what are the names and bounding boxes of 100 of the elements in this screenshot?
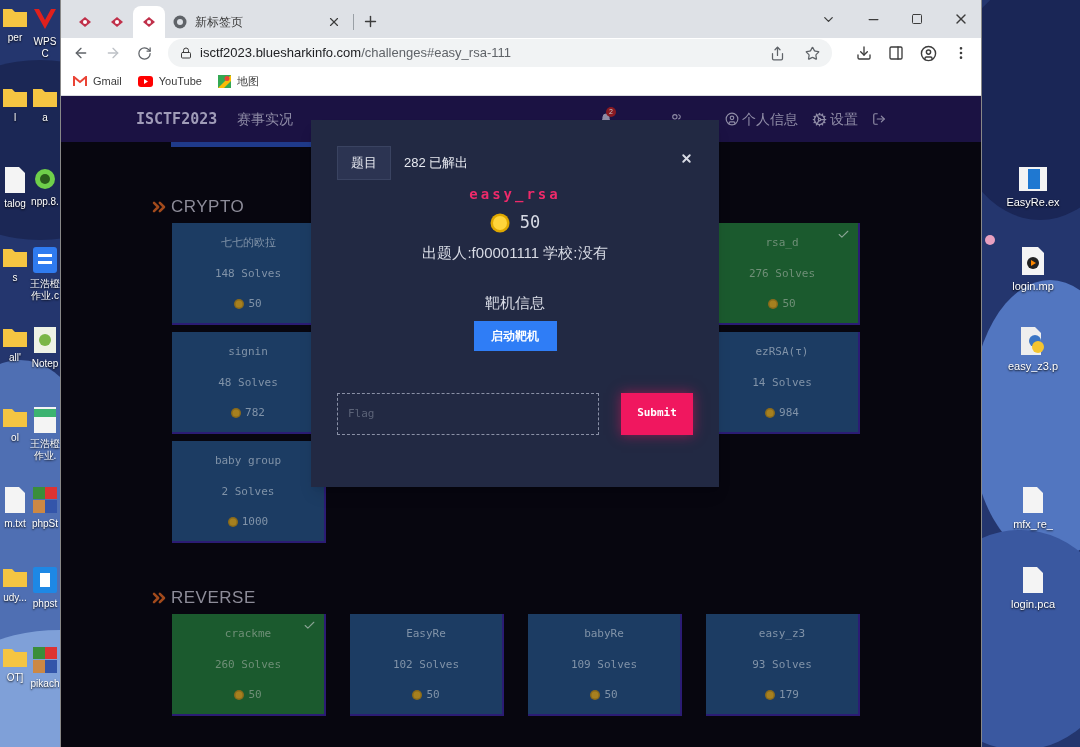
challenge-card[interactable]: babyRe 109 Solves 50 [528,614,682,716]
points: 50 [519,211,541,234]
nav-link[interactable]: 个人信息 [725,108,798,130]
back-icon[interactable] [73,45,89,61]
desktop-icon-label[interactable]: 王浩橙作业. [30,438,60,462]
bookmark[interactable]: 地图 [217,73,259,90]
challenge-card[interactable]: baby group 2 Solves 1000 [172,441,326,543]
challenge-name: ezRSA(τ) [755,344,809,360]
map-icon [217,75,231,88]
close-icon[interactable] [327,15,341,29]
tab-title: 新标签页 [195,14,243,31]
desktop-icon-label[interactable]: easy_z3.p [1007,360,1059,373]
coin-icon [768,299,779,310]
file-icon [1022,566,1044,594]
start-button[interactable]: 启动靶机 [473,320,557,351]
profile-icon[interactable] [920,44,937,62]
desktop-icon-label[interactable]: 王浩橙作业.c [30,278,60,302]
nav-link[interactable]: 设置 [812,108,858,130]
star-icon[interactable] [805,45,820,61]
desktop-icon-label[interactable]: login.mp [1012,280,1054,293]
coin-icon [234,690,245,701]
site-favicon-icon [110,16,124,28]
points: 179 [779,687,799,703]
notepad-icon [33,326,57,354]
blocks-icon [32,486,58,514]
nav-link[interactable]: 赛事实况 [237,108,294,130]
bookmark[interactable]: Gmail [73,73,122,90]
challenge-name: easy_z3 [758,626,806,642]
points: 50 [604,687,618,703]
coin-icon [227,517,238,528]
browser-tab[interactable]: 新标签页 [165,6,349,38]
coin-icon [234,299,245,310]
logout-icon [872,112,886,126]
solve-count: 102 Solves [392,656,460,673]
challenge-card[interactable]: easy_z3 93 Solves 179 [706,614,860,716]
window-app-icon [1018,166,1048,192]
challenge-name: crackme [224,626,272,642]
desktop-icon-label[interactable]: l [0,112,30,124]
desktop-icon-label[interactable]: talog [0,198,30,210]
blocks-icon [32,646,58,674]
bookmark[interactable]: YouTube [137,73,202,90]
desktop-icon-label[interactable]: all' [0,352,30,364]
desktop-icon-label[interactable]: ol [0,432,30,444]
desktop-icon-label[interactable]: per [0,32,30,44]
solve-count: 93 Solves [752,656,812,673]
nav-link[interactable] [872,112,886,126]
challenge-name: rsa_d [765,235,799,251]
section-title: 靶机信息 [485,293,545,313]
points: 50 [782,296,796,312]
lock-icon [180,47,192,59]
desktop-icon-label[interactable]: Notep [30,358,60,370]
points: 782 [245,405,265,421]
app-icon [32,566,58,594]
chameleon-icon [32,166,58,192]
site-favicon-icon [142,16,156,28]
check-icon [303,619,316,632]
desktop-icon-label[interactable]: s [0,272,30,284]
share-icon[interactable] [770,45,785,61]
coin-icon [412,690,423,701]
challenge-name: 七七的欧拉 [220,235,276,251]
site-logo[interactable]: ISCTF2023 [136,107,218,131]
desktop-icon-label[interactable]: mfx_re_ [1013,518,1053,531]
desktop-icon-label[interactable]: EasyRe.ex [1006,196,1060,209]
points: 50 [248,687,262,703]
challenge-name: babyRe [584,626,624,642]
play-icon [137,76,153,87]
challenge-card[interactable]: EasyRe 102 Solves 50 [350,614,504,716]
desktop-icon-label[interactable]: a [30,112,60,124]
solve-count: 14 Solves [752,374,812,391]
chrome-icon [173,15,187,29]
desktop-icon-label[interactable]: login.pca [1010,598,1055,611]
maximize-icon[interactable] [911,13,923,25]
desktop-icon-label[interactable]: WPS C [30,36,60,60]
solve-count: 276 Solves [748,265,816,282]
new-tab-icon[interactable] [362,13,379,30]
flag-field[interactable]: Flag [337,392,599,435]
points: 50 [248,296,262,312]
address-field[interactable]: isctf2023.bluesharkinfo.com/challenges#easy_rsa-111 [168,39,832,67]
python-file-icon [1020,326,1046,356]
desktop-icon-label[interactable]: phpSt [30,518,60,530]
reload-icon[interactable] [137,45,152,61]
file-icon [4,486,26,514]
challenge-name: EasyRe [406,626,446,642]
media-file-icon [1021,246,1045,276]
desktop-icon-label[interactable]: udy... [0,592,30,604]
desktop-icon-label[interactable]: npp.8. [30,196,60,208]
submit-button[interactable]: Submit [621,392,693,435]
close-icon[interactable] [680,151,693,165]
url-text: isctf2023.bluesharkinfo.com/challenges#easy_rsa-111 [200,44,511,63]
download-icon[interactable] [856,45,872,61]
category-title: CRYPTO [171,196,245,219]
side-panel-icon[interactable] [888,45,904,61]
solve-count: 260 Solves [214,656,282,673]
site-favicon-icon [78,16,92,28]
desktop-icon-label[interactable]: phpst [30,598,60,610]
browser-tab[interactable] [133,6,165,38]
coin-icon [590,690,601,701]
desktop-icon-label[interactable]: m.txt [0,518,30,530]
solve-count: 148 Solves [214,265,282,282]
dialog-tab[interactable]: 题目 [337,146,391,180]
